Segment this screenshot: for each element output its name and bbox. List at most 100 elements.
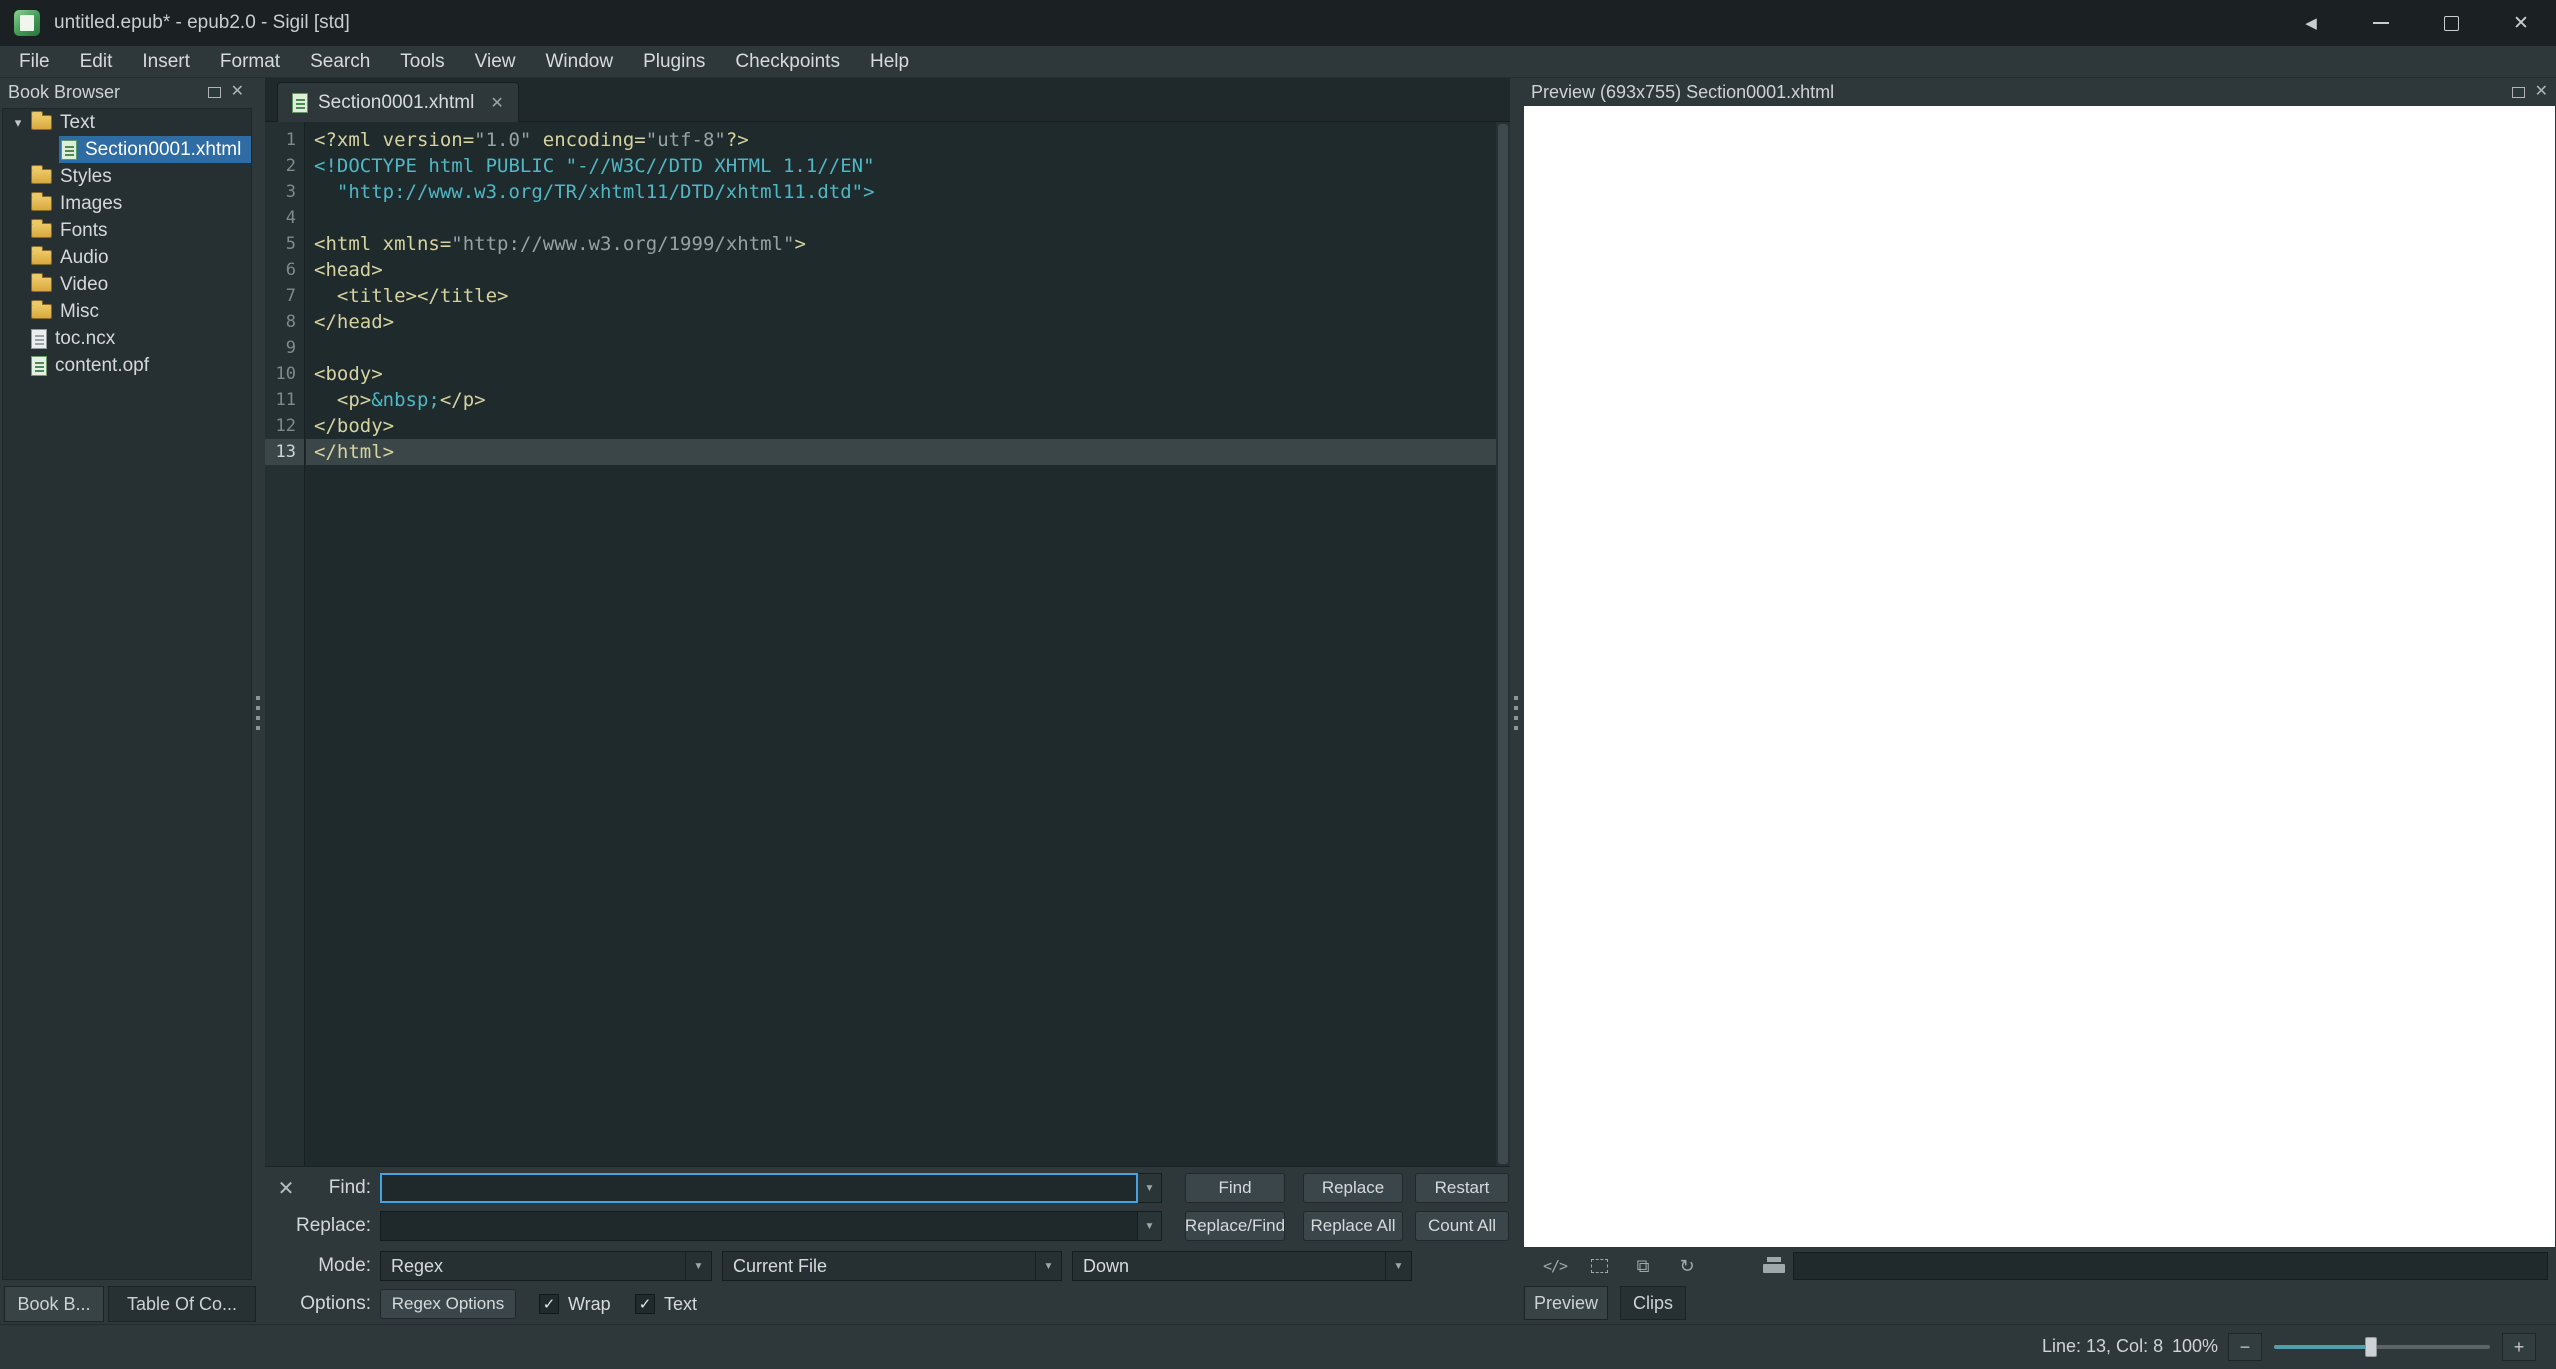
zoom-slider-handle[interactable] — [2365, 1337, 2377, 1357]
count-all-button[interactable]: Count All — [1415, 1211, 1509, 1241]
copy-icon[interactable]: ⧉ — [1631, 1256, 1655, 1277]
tree-item-toc-ncx[interactable]: toc.ncx — [3, 325, 251, 352]
mode-select[interactable]: Regex ▼ — [380, 1251, 712, 1281]
file-html-icon — [61, 140, 77, 160]
tab-section0001-xhtml[interactable]: Section0001.xhtml ✕ — [277, 82, 519, 122]
menu-item-format[interactable]: Format — [205, 46, 295, 77]
code-line[interactable]: "http://www.w3.org/TR/xhtml11/DTD/xhtml1… — [306, 179, 1496, 205]
code-line[interactable]: <head> — [306, 257, 1496, 283]
status-bar: Line: 13, Col: 8 100% − + — [0, 1324, 2556, 1369]
select-element-icon[interactable] — [1587, 1259, 1611, 1273]
scope-select[interactable]: Current File ▼ — [722, 1251, 1062, 1281]
folder-icon — [31, 277, 52, 292]
zoom-out-button[interactable]: − — [2228, 1333, 2262, 1361]
menu-item-file[interactable]: File — [4, 46, 65, 77]
replace-button[interactable]: Replace — [1303, 1173, 1403, 1203]
menu-item-insert[interactable]: Insert — [127, 46, 205, 77]
find-input[interactable] — [380, 1173, 1138, 1203]
chevron-down-icon: ▼ — [1145, 1221, 1155, 1232]
tree-item-content-opf[interactable]: content.opf — [3, 352, 251, 379]
tab-preview[interactable]: Preview — [1524, 1286, 1608, 1320]
text-checkbox[interactable]: ✓ Text — [635, 1289, 697, 1319]
tree-item-fonts[interactable]: Fonts — [3, 217, 251, 244]
left-dock-tabs: Book B... Table Of Co... — [0, 1286, 252, 1324]
code-content[interactable]: <?xml version="1.0" encoding="utf-8"?><!… — [306, 122, 1496, 1166]
tree-item-section0001-xhtml[interactable]: Section0001.xhtml — [3, 136, 251, 163]
float-panel-icon[interactable] — [2512, 87, 2525, 98]
scrollbar-thumb[interactable] — [1498, 124, 1508, 1164]
code-line[interactable]: <?xml version="1.0" encoding="utf-8"?> — [306, 127, 1496, 153]
maximize-button[interactable] — [2416, 0, 2486, 46]
refresh-icon[interactable]: ↻ — [1675, 1256, 1699, 1277]
tab-close-icon[interactable]: ✕ — [490, 93, 503, 113]
menu-item-tools[interactable]: Tools — [385, 46, 459, 77]
code-line[interactable] — [306, 205, 1496, 231]
tree-item-styles[interactable]: Styles — [3, 163, 251, 190]
title-bar: untitled.epub* - epub2.0 - Sigil [std] ◀… — [0, 0, 2556, 46]
status-zoom-value: 100% — [2172, 1336, 2218, 1357]
print-icon[interactable] — [1763, 1257, 1785, 1275]
menu-item-plugins[interactable]: Plugins — [628, 46, 720, 77]
chevron-down-icon: ▼ — [1145, 1183, 1155, 1194]
preview-inspector-field[interactable] — [1793, 1252, 2548, 1280]
line-number: 11 — [265, 387, 304, 413]
direction-select[interactable]: Down ▼ — [1072, 1251, 1412, 1281]
close-icon: ✕ — [2513, 12, 2529, 35]
text-checkbox-label: Text — [664, 1294, 697, 1315]
close-panel-icon[interactable]: ✕ — [231, 84, 244, 100]
menu-item-window[interactable]: Window — [531, 46, 629, 77]
file-icon — [31, 329, 47, 349]
preview-viewport[interactable] — [1524, 106, 2555, 1247]
close-panel-icon[interactable]: ✕ — [2535, 84, 2548, 100]
menu-item-help[interactable]: Help — [855, 46, 924, 77]
tree-item-video[interactable]: Video — [3, 271, 251, 298]
menu-item-edit[interactable]: Edit — [65, 46, 128, 77]
splitter-grip — [256, 696, 260, 730]
code-line[interactable]: <html xmlns="http://www.w3.org/1999/xhtm… — [306, 231, 1496, 257]
zoom-in-button[interactable]: + — [2502, 1333, 2536, 1361]
regex-options-button[interactable]: Regex Options — [380, 1289, 516, 1319]
folder-icon — [31, 115, 52, 130]
code-editor[interactable]: 12345678910111213 <?xml version="1.0" en… — [265, 122, 1510, 1166]
wrap-checkbox[interactable]: ✓ Wrap — [539, 1289, 611, 1319]
minimize-button[interactable] — [2346, 0, 2416, 46]
editor-scrollbar[interactable] — [1496, 122, 1510, 1166]
replace-history-dropdown[interactable]: ▼ — [1138, 1211, 1162, 1241]
view-source-icon[interactable]: </> — [1543, 1257, 1567, 1275]
find-history-dropdown[interactable]: ▼ — [1138, 1173, 1162, 1203]
titlebar-back-icon[interactable]: ◀ — [2276, 0, 2346, 46]
menu-item-view[interactable]: View — [460, 46, 531, 77]
tree-item-misc[interactable]: Misc — [3, 298, 251, 325]
tab-clips[interactable]: Clips — [1620, 1286, 1686, 1320]
replace-all-button[interactable]: Replace All — [1303, 1211, 1403, 1241]
find-button[interactable]: Find — [1185, 1173, 1285, 1203]
dock-tab-table-of-contents[interactable]: Table Of Co... — [108, 1286, 256, 1322]
zoom-slider[interactable] — [2274, 1345, 2490, 1349]
splitter-left[interactable] — [252, 78, 265, 1324]
float-panel-icon[interactable] — [208, 87, 221, 98]
code-line[interactable]: <!DOCTYPE html PUBLIC "-//W3C//DTD XHTML… — [306, 153, 1496, 179]
code-line[interactable]: <body> — [306, 361, 1496, 387]
preview-title: Preview (693x755) Section0001.xhtml — [1531, 82, 1834, 103]
code-line[interactable]: <p>&nbsp;</p> — [306, 387, 1496, 413]
replace-find-button[interactable]: Replace/Find — [1185, 1211, 1285, 1241]
checkmark-icon: ✓ — [539, 1294, 559, 1314]
replace-input[interactable] — [380, 1211, 1138, 1241]
code-line[interactable]: </html> — [306, 439, 1496, 465]
menu-item-search[interactable]: Search — [295, 46, 385, 77]
code-line[interactable]: </head> — [306, 309, 1496, 335]
code-line[interactable]: </body> — [306, 413, 1496, 439]
code-line[interactable]: <title></title> — [306, 283, 1496, 309]
close-button[interactable]: ✕ — [2486, 0, 2556, 46]
code-line[interactable] — [306, 335, 1496, 361]
splitter-right[interactable] — [1510, 78, 1523, 1324]
tree-item-audio[interactable]: Audio — [3, 244, 251, 271]
line-number: 1 — [265, 127, 304, 153]
tree-item-images[interactable]: Images — [3, 190, 251, 217]
restart-button[interactable]: Restart — [1415, 1173, 1509, 1203]
dock-tab-book-browser[interactable]: Book B... — [4, 1286, 104, 1322]
tree-item-text[interactable]: ▾Text — [3, 109, 251, 136]
menu-item-checkpoints[interactable]: Checkpoints — [720, 46, 855, 77]
maximize-icon — [2444, 16, 2459, 31]
expand-arrow-icon[interactable]: ▾ — [7, 115, 29, 131]
